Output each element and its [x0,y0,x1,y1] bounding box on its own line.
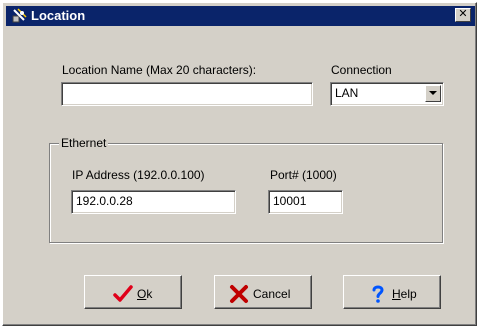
help-mnemonic: H [392,287,401,301]
question-mark-icon [372,285,384,303]
checkmark-icon [113,285,133,302]
x-icon [230,285,248,303]
location-name-field[interactable] [61,82,313,106]
location-name-label: Location Name (Max 20 characters): [62,63,257,77]
cancel-button[interactable]: Cancel [214,275,312,309]
close-icon: ✕ [458,8,468,20]
help-button[interactable]: Help [343,275,441,309]
ethernet-group-label: Ethernet [59,136,109,150]
connection-selected-value: LAN [335,86,359,100]
ok-label-rest: k [146,287,153,301]
connection-label: Connection [331,63,392,77]
help-label-rest: elp [400,287,417,301]
satellite-icon [12,8,27,23]
ip-address-field[interactable]: 192.0.0.28 [71,190,236,214]
chevron-down-icon[interactable] [425,85,441,102]
title-bar[interactable]: Location ✕ [6,6,475,26]
connection-select[interactable]: LAN [330,82,444,106]
port-label: Port# (1000) [270,168,337,182]
port-value: 10001 [273,194,307,208]
help-button-label: Help [392,287,417,301]
window-title: Location [31,8,86,23]
ok-mnemonic: O [137,287,147,301]
cancel-button-label: Cancel [253,287,291,301]
port-field[interactable]: 10001 [268,190,343,214]
ok-button-label: Ok [137,287,152,301]
ip-address-label: IP Address (192.0.0.100) [72,168,205,182]
ip-address-value: 192.0.0.28 [76,194,133,208]
close-button[interactable]: ✕ [455,8,471,22]
ok-button[interactable]: Ok [84,275,182,309]
